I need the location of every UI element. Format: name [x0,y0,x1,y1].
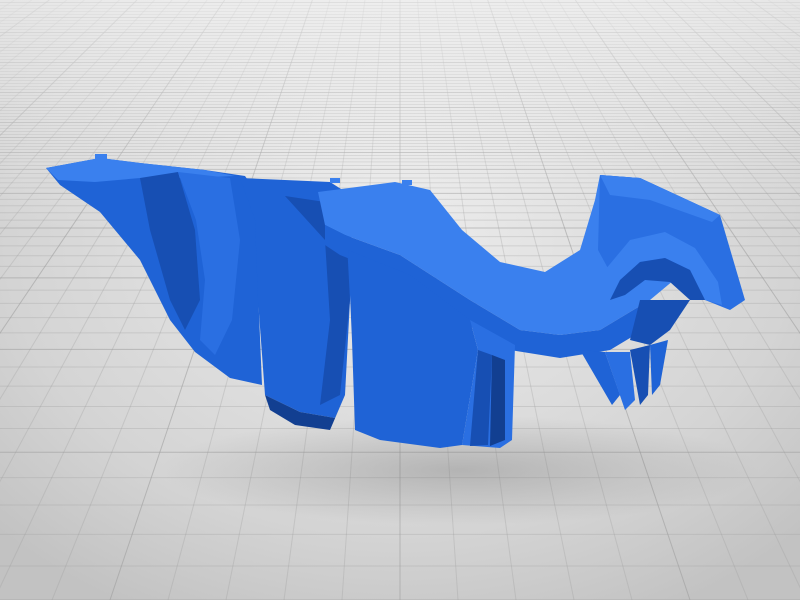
model-mount-tab-3 [402,180,412,185]
model-mount-tab-1 [95,154,107,160]
model-jaw-shard-2 [490,355,505,446]
render-viewport: .m-base { fill: #1f63d6; } .m-light { fi… [0,0,800,600]
model-mount-tab-2 [330,178,340,183]
